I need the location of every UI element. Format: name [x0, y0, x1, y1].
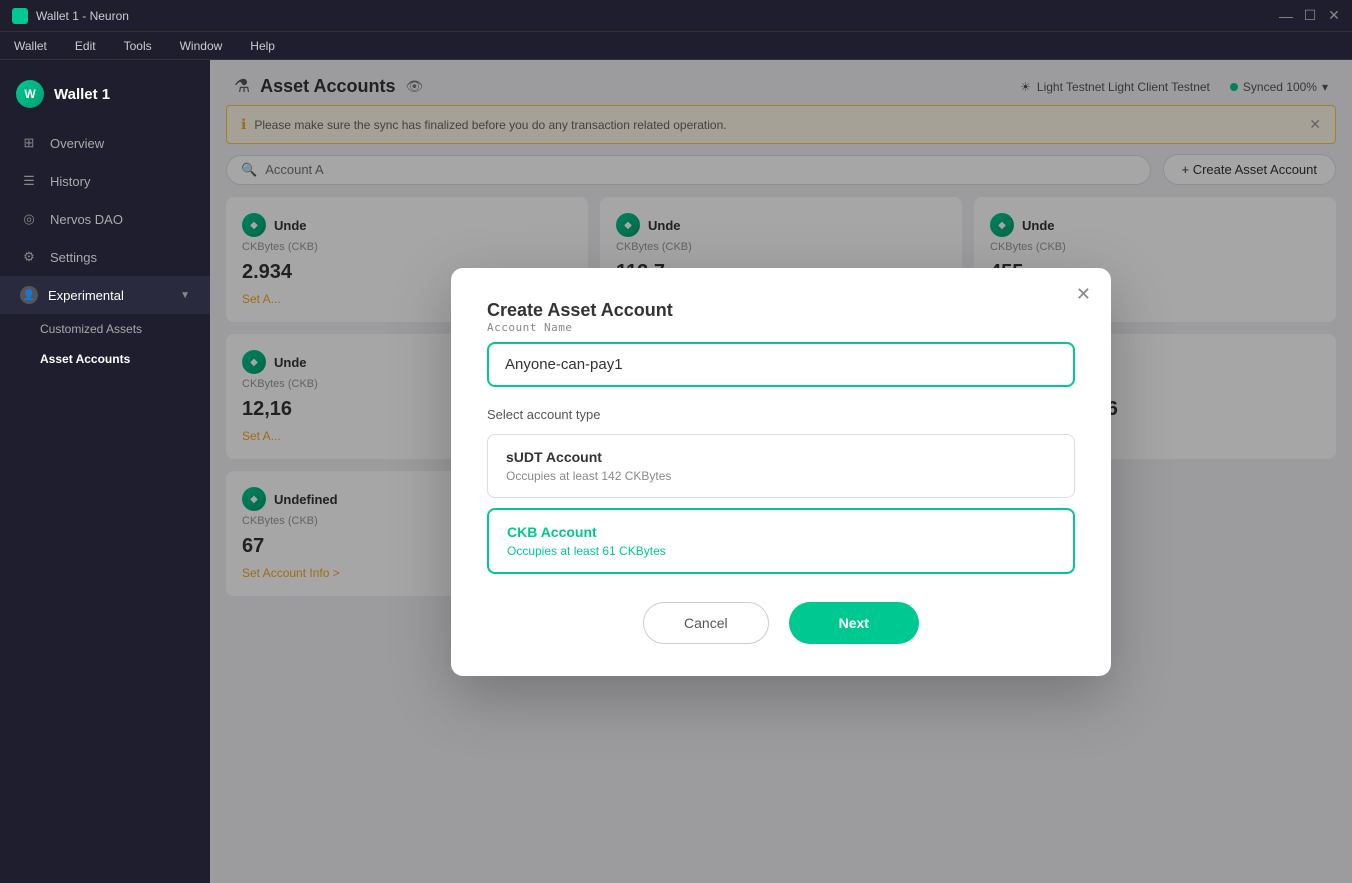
sidebar-overview-label: Overview	[50, 136, 104, 151]
sidebar-settings-label: Settings	[50, 250, 97, 265]
ckb-account-name: CKB Account	[507, 524, 1055, 540]
create-asset-account-modal: Create Asset Account ✕ Account Name Sele…	[451, 268, 1111, 676]
menu-edit[interactable]: Edit	[69, 37, 102, 55]
maximize-button[interactable]: ☐	[1304, 10, 1316, 22]
sidebar-item-history[interactable]: ☰ History	[0, 162, 210, 200]
overview-icon: ⊞	[20, 134, 38, 152]
account-name-label: Account Name	[487, 321, 1075, 334]
modal-actions: Cancel Next	[487, 602, 1075, 644]
menubar: Wallet Edit Tools Window Help	[0, 32, 1352, 60]
asset-accounts-label: Asset Accounts	[40, 352, 130, 366]
sudt-account-name: sUDT Account	[506, 449, 1056, 465]
history-icon: ☰	[20, 172, 38, 190]
account-name-input[interactable]	[487, 342, 1075, 387]
minimize-button[interactable]: —	[1280, 10, 1292, 22]
titlebar-title: Wallet 1 - Neuron	[36, 9, 129, 23]
sudt-account-desc: Occupies at least 142 CKBytes	[506, 469, 1056, 483]
next-button[interactable]: Next	[789, 602, 919, 644]
experimental-label: Experimental	[48, 288, 124, 303]
sidebar-nervos-dao-label: Nervos DAO	[50, 212, 123, 227]
menu-window[interactable]: Window	[174, 37, 229, 55]
menu-wallet[interactable]: Wallet	[8, 37, 53, 55]
sidebar-item-customized-assets[interactable]: Customized Assets	[0, 314, 210, 344]
sidebar-experimental[interactable]: 👤 Experimental ▼	[0, 276, 210, 314]
sidebar-item-asset-accounts[interactable]: Asset Accounts	[0, 344, 210, 374]
modal-overlay: Create Asset Account ✕ Account Name Sele…	[210, 60, 1352, 883]
sudt-account-option[interactable]: sUDT Account Occupies at least 142 CKByt…	[487, 434, 1075, 498]
close-button[interactable]: ✕	[1328, 10, 1340, 22]
cancel-button[interactable]: Cancel	[643, 602, 769, 644]
sidebar: W Wallet 1 ⊞ Overview ☰ History ◎ Nervos…	[0, 60, 210, 883]
wallet-header[interactable]: W Wallet 1	[0, 72, 210, 124]
modal-title: Create Asset Account	[487, 300, 673, 320]
window-controls: — ☐ ✕	[1280, 10, 1340, 22]
menu-tools[interactable]: Tools	[118, 37, 158, 55]
nervos-dao-icon: ◎	[20, 210, 38, 228]
menu-help[interactable]: Help	[244, 37, 281, 55]
titlebar: Wallet 1 - Neuron — ☐ ✕	[0, 0, 1352, 32]
ckb-account-option[interactable]: CKB Account Occupies at least 61 CKBytes	[487, 508, 1075, 574]
wallet-icon: W	[16, 80, 44, 108]
customized-assets-label: Customized Assets	[40, 322, 142, 336]
settings-icon: ⚙	[20, 248, 38, 266]
sidebar-item-overview[interactable]: ⊞ Overview	[0, 124, 210, 162]
ckb-account-desc: Occupies at least 61 CKBytes	[507, 544, 1055, 558]
app-icon	[12, 8, 28, 24]
modal-close-button[interactable]: ✕	[1076, 284, 1091, 305]
experimental-icon: 👤	[20, 286, 38, 304]
main-content: ⚗ Asset Accounts 👁 ☀ Light Testnet Light…	[210, 60, 1352, 883]
chevron-down-icon: ▼	[180, 290, 190, 301]
select-type-label: Select account type	[487, 407, 1075, 422]
sidebar-history-label: History	[50, 174, 90, 189]
wallet-name: Wallet 1	[54, 86, 110, 103]
sidebar-item-settings[interactable]: ⚙ Settings	[0, 238, 210, 276]
sidebar-item-nervos-dao[interactable]: ◎ Nervos DAO	[0, 200, 210, 238]
